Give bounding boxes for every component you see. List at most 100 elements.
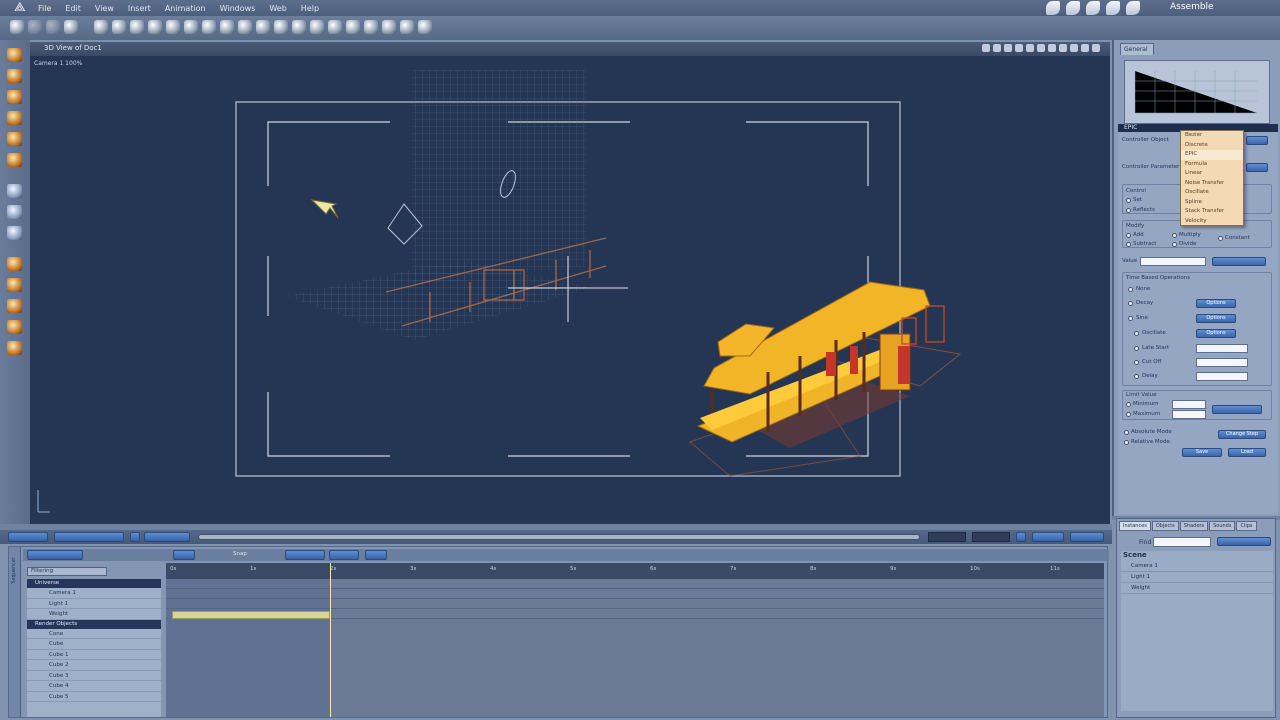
preview-icon[interactable]: [1026, 44, 1034, 52]
menu-edit[interactable]: Edit: [65, 4, 81, 13]
display-mode-icon[interactable]: [982, 44, 990, 52]
tab-instances[interactable]: Instances: [1119, 521, 1151, 531]
sphere-primitive-icon[interactable]: [94, 20, 108, 34]
tree-row[interactable]: Cube: [27, 639, 161, 650]
menu-web[interactable]: Web: [269, 4, 286, 13]
maximum-field[interactable]: [1172, 410, 1206, 419]
time-scrubber[interactable]: [198, 534, 920, 540]
dropdown-option-noise-transfer[interactable]: Noise Transfer: [1181, 179, 1243, 189]
divide-radio[interactable]: [1172, 242, 1177, 247]
ik-tool-icon[interactable]: [7, 257, 22, 271]
menu-insert[interactable]: Insert: [128, 4, 151, 13]
cone-primitive-icon[interactable]: [130, 20, 144, 34]
loop-button[interactable]: [130, 532, 140, 542]
scale-tool-icon[interactable]: [7, 111, 22, 125]
select-tool-icon[interactable]: [7, 48, 22, 62]
keyframe-button[interactable]: [1070, 532, 1104, 542]
dropdown-option-spline[interactable]: Spline: [1181, 198, 1243, 208]
decay-options-button[interactable]: Options: [1196, 299, 1236, 308]
tab-sounds[interactable]: Sounds: [1209, 521, 1236, 531]
sine-options-button[interactable]: Options: [1196, 314, 1236, 323]
timeline-tracks[interactable]: 0s 1s 2s 3s 4s 5s 6s 7s 8s 9s 10s 11s: [166, 563, 1104, 717]
tree-row[interactable]: Cone: [27, 629, 161, 639]
extra-tools[interactable]: [365, 550, 387, 560]
limit-mode-button[interactable]: [1212, 405, 1262, 414]
room-assemble-icon[interactable]: [1066, 1, 1080, 15]
oscillate-options-button[interactable]: Options: [1196, 329, 1236, 338]
frame-rate-field[interactable]: [972, 532, 1010, 542]
wand-tool-icon[interactable]: [418, 20, 432, 34]
unlink-tool-icon[interactable]: [46, 20, 60, 34]
deform-tool-icon[interactable]: [7, 320, 22, 334]
paint-tool-icon[interactable]: [7, 153, 22, 167]
dropdown-option-epic[interactable]: EPIC: [1181, 150, 1243, 160]
torus-primitive-icon[interactable]: [166, 20, 180, 34]
pin-tool-icon[interactable]: [7, 132, 22, 146]
sphere-view-icon[interactable]: [1081, 44, 1089, 52]
time-ruler[interactable]: 0s 1s 2s 3s 4s 5s 6s 7s 8s 9s 10s 11s: [166, 563, 1104, 579]
tree-row[interactable]: Cube 5: [27, 692, 161, 702]
track-row[interactable]: [166, 599, 1104, 609]
scene-header[interactable]: Scene: [1121, 551, 1273, 561]
tab-clips[interactable]: Clips: [1236, 521, 1257, 531]
constant-radio[interactable]: [1218, 236, 1223, 241]
shaded-icon[interactable]: [1004, 44, 1012, 52]
tree-group-render-objects[interactable]: Render Objects: [27, 619, 161, 629]
tab-general[interactable]: General: [1120, 43, 1154, 55]
reflects-radio[interactable]: [1126, 208, 1131, 213]
terrain-primitive-icon[interactable]: [292, 20, 306, 34]
cut-off-checkbox[interactable]: [1134, 360, 1139, 365]
menu-windows[interactable]: Windows: [220, 4, 256, 13]
room-shade-icon[interactable]: [1086, 1, 1100, 15]
current-time-field[interactable]: [928, 532, 966, 542]
absolute-mode-radio[interactable]: [1124, 430, 1129, 435]
tab-objects[interactable]: Objects: [1151, 521, 1179, 531]
tree-group-universe[interactable]: Universe: [27, 579, 161, 588]
delay-field[interactable]: [1196, 372, 1248, 381]
polyhedron-primitive-icon[interactable]: [256, 20, 270, 34]
decay-radio[interactable]: [1128, 301, 1133, 306]
dropdown-option-linear[interactable]: Linear: [1181, 169, 1243, 179]
dropdown-option-bezier[interactable]: Bezier: [1181, 131, 1243, 141]
sculpt-tool-icon[interactable]: [7, 299, 22, 313]
camera-dolly-icon[interactable]: [7, 184, 22, 198]
list-item[interactable]: Weight: [1121, 583, 1273, 594]
controller-parameter-button[interactable]: [1246, 163, 1268, 172]
add-radio[interactable]: [1126, 233, 1131, 238]
hierarchy-tool-icon[interactable]: [7, 278, 22, 292]
scene-end-marker[interactable]: [330, 563, 331, 717]
tree-row[interactable]: Camera 1: [27, 588, 161, 599]
find-input[interactable]: [1153, 537, 1211, 547]
link-tool-icon[interactable]: [28, 20, 42, 34]
subtract-radio[interactable]: [1126, 242, 1131, 247]
tree-row[interactable]: Cube 3: [27, 671, 161, 681]
sine-radio[interactable]: [1128, 316, 1133, 321]
cut-off-field[interactable]: [1196, 358, 1248, 367]
tree-row[interactable]: Light 1: [27, 599, 161, 609]
late-start-field[interactable]: [1196, 344, 1248, 353]
cylinder-primitive-icon[interactable]: [112, 20, 126, 34]
snap-tools[interactable]: [285, 550, 325, 560]
grid-toggle-icon[interactable]: [1070, 44, 1078, 52]
menu-view[interactable]: View: [95, 4, 114, 13]
camera-pan-icon[interactable]: [7, 205, 22, 219]
camera-primitive-icon[interactable]: [220, 20, 234, 34]
wireframe-icon[interactable]: [993, 44, 1001, 52]
menu-file[interactable]: File: [38, 4, 51, 13]
bones-tool-icon[interactable]: [64, 20, 78, 34]
find-options-button[interactable]: [1217, 537, 1271, 546]
scene-canvas[interactable]: [30, 56, 1110, 524]
keyframe-nav-buttons[interactable]: [144, 532, 190, 542]
light-view-icon[interactable]: [1059, 44, 1067, 52]
render-area-icon[interactable]: [7, 341, 22, 355]
tree-row[interactable]: Weight: [27, 609, 161, 620]
sequencer-vertical-tab[interactable]: Sequencer: [9, 547, 21, 717]
camera-view-icon[interactable]: [1048, 44, 1056, 52]
light-primitive-icon[interactable]: [202, 20, 216, 34]
maximum-checkbox[interactable]: [1126, 412, 1131, 417]
dropdown-option-stack-transfer[interactable]: Stack Transfer: [1181, 207, 1243, 217]
cube-primitive-icon[interactable]: [148, 20, 162, 34]
room-render-icon[interactable]: [1106, 1, 1120, 15]
delay-checkbox[interactable]: [1134, 374, 1139, 379]
record-button[interactable]: [1032, 532, 1064, 542]
